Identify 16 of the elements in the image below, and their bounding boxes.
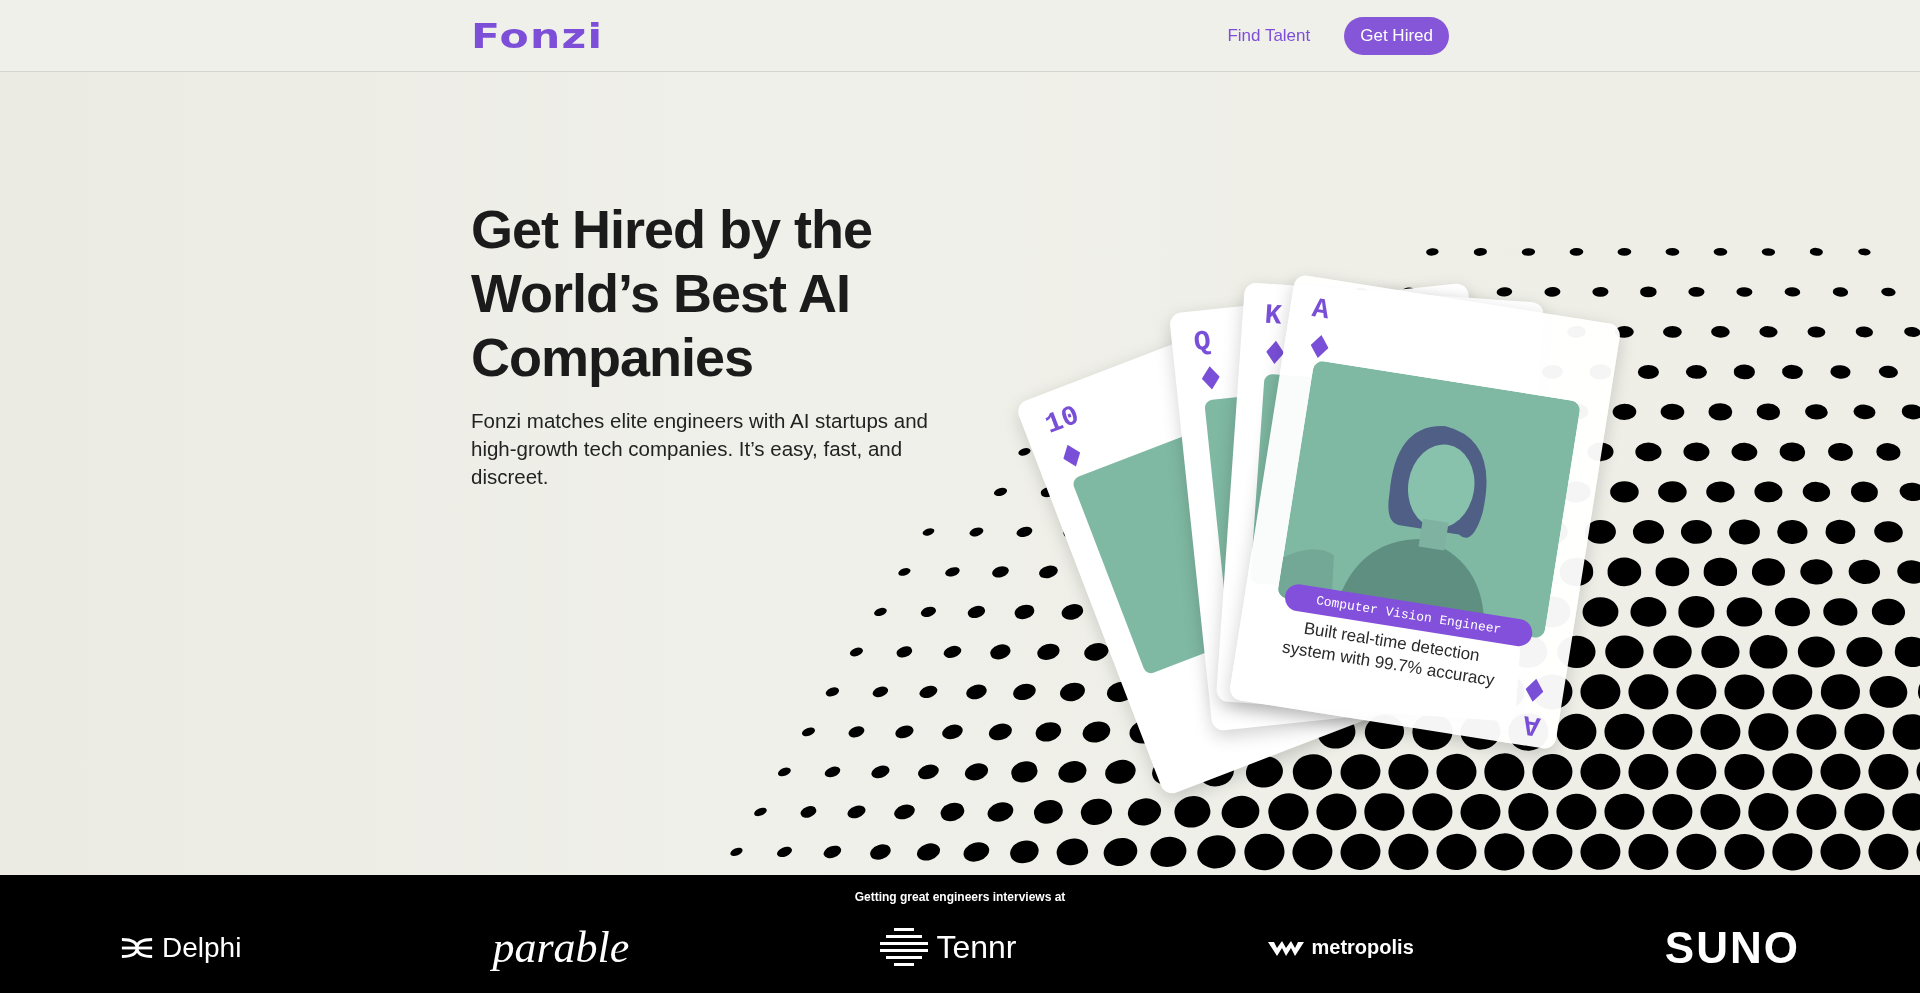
fonzi-logo[interactable]: Fonzi <box>471 15 604 56</box>
company-logo: parable <box>492 922 630 973</box>
card-rank: K <box>1263 299 1283 332</box>
hero-title: Get Hired by the World’s Best AI Companies <box>471 198 874 389</box>
company-logo: metropolis <box>1311 936 1414 959</box>
card-rank: A <box>1520 708 1543 742</box>
company-logo: Delphi <box>162 931 242 964</box>
logos-caption: Getting great engineers interviews at <box>854 890 1066 904</box>
nav-link[interactable]: Find Talent <box>1227 25 1311 46</box>
card-rank: A <box>1310 293 1332 327</box>
company-logo: Tennr <box>936 929 1017 966</box>
get-hired-button[interactable]: Get Hired <box>1344 16 1449 55</box>
hero-subtitle: Fonzi matches elite engineers with AI startups and high-growth tech companies. It’s easy, fast, and discreet. <box>471 408 929 490</box>
card-rank: Q <box>1192 325 1213 359</box>
card-rank: 10 <box>1041 399 1084 441</box>
company-logo: SUNO <box>1664 922 1800 973</box>
